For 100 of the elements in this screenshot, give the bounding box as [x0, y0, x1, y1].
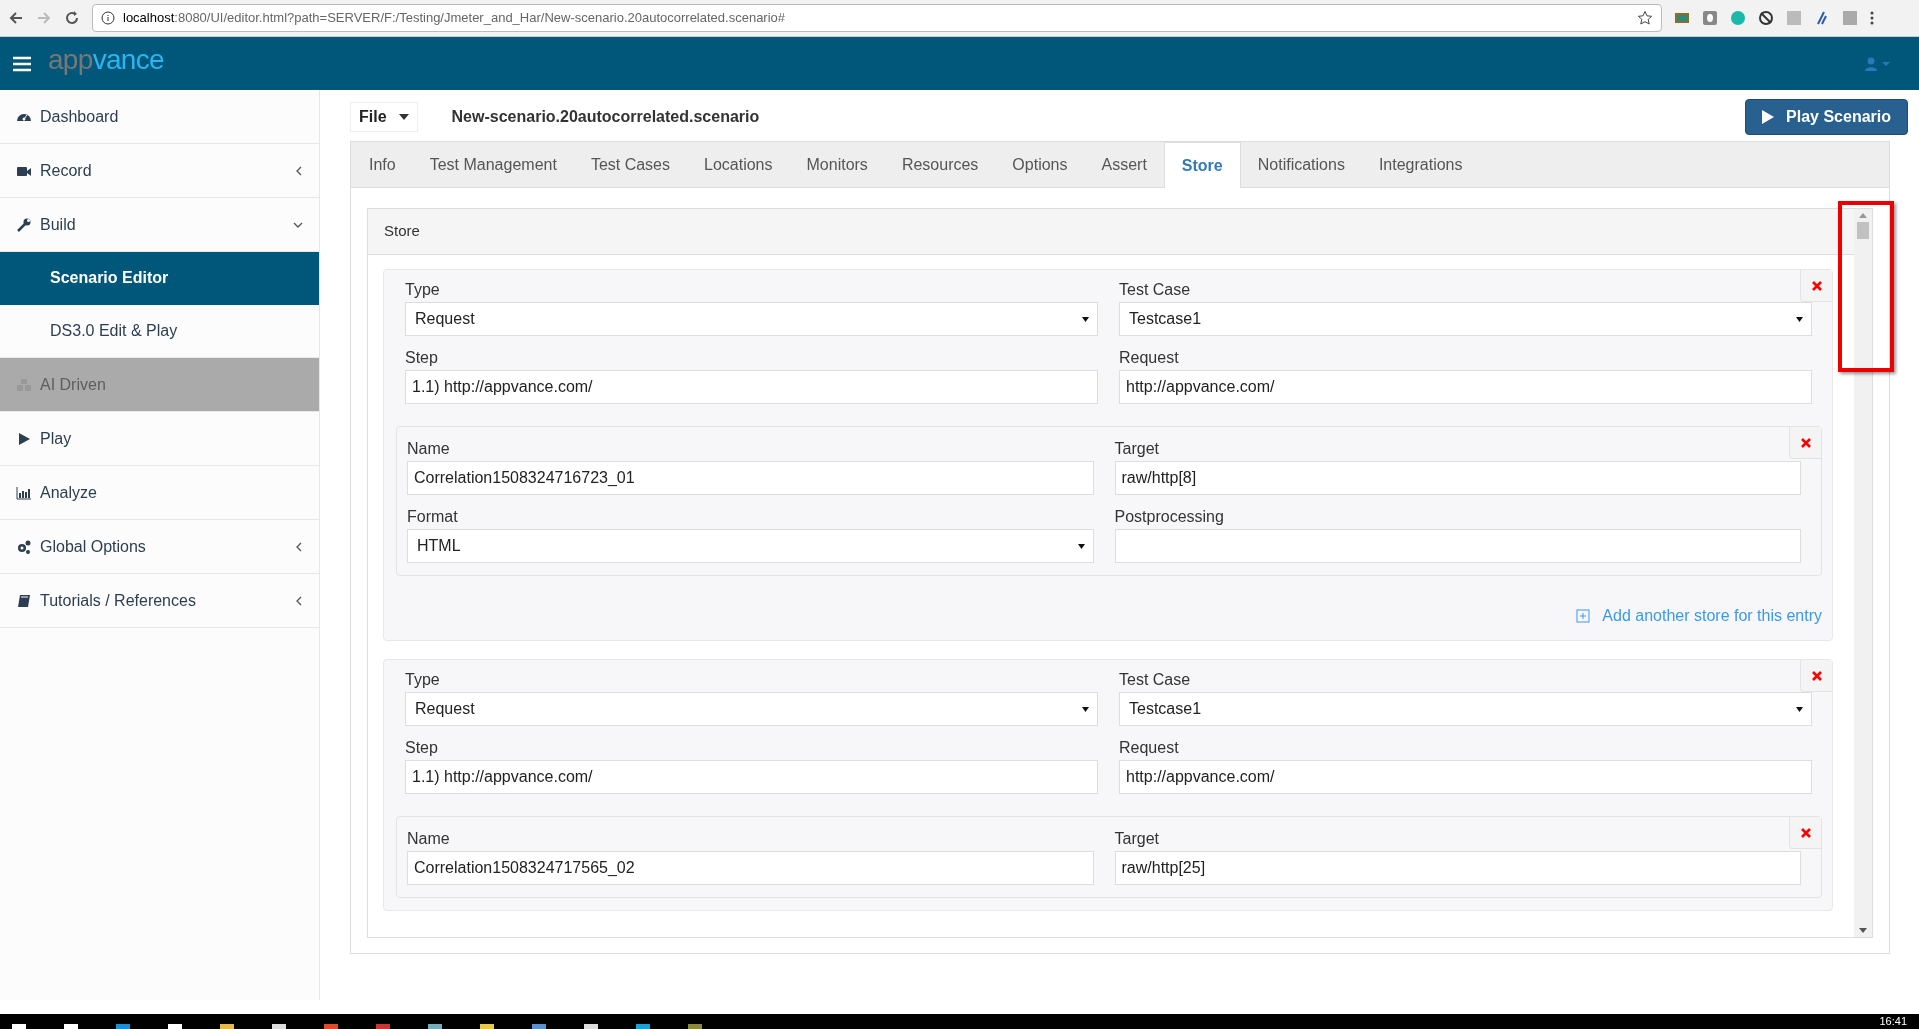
play-icon [16, 430, 32, 447]
dropdown[interactable]: HTML [407, 529, 1094, 563]
input-field[interactable] [1114, 529, 1801, 563]
input-field[interactable]: http://appvance.com/ [1119, 760, 1812, 794]
field-label: Name [407, 439, 451, 458]
delete-button[interactable] [1789, 427, 1821, 459]
user-menu-icon[interactable] [1865, 56, 1891, 71]
dropdown[interactable]: Testcase1 [1119, 302, 1812, 336]
bookmark-star-icon[interactable] [1637, 10, 1653, 26]
field-label: Request [1119, 738, 1180, 757]
close-icon [1800, 827, 1811, 838]
delete-button[interactable] [1800, 270, 1832, 302]
field-label: Postprocessing [1114, 507, 1225, 526]
back-icon[interactable] [8, 10, 24, 26]
tab[interactable]: Info [352, 142, 413, 187]
wrench-icon [16, 216, 32, 233]
play-scenario-button[interactable]: Play Scenario [1745, 99, 1908, 135]
input-field[interactable]: http://appvance.com/ [1119, 370, 1812, 404]
taskbar-app-icon[interactable] [636, 1024, 650, 1029]
taskbar-app-icon[interactable] [532, 1024, 546, 1029]
taskbar-app-icon[interactable] [584, 1024, 598, 1029]
tab[interactable]: Assert [1084, 142, 1164, 187]
sidebar-item[interactable]: Global Options [0, 520, 319, 574]
play-icon [1762, 110, 1775, 124]
taskbar-app-icon[interactable] [480, 1024, 494, 1029]
caret-icon [1082, 706, 1089, 712]
sidebar-item[interactable]: Analyze [0, 466, 319, 520]
field-label: Type [405, 670, 441, 689]
forward-icon[interactable] [36, 10, 52, 26]
caret-icon [1796, 316, 1803, 322]
caret-icon [398, 114, 409, 120]
taskbar-app-icon[interactable] [220, 1024, 234, 1029]
extension-icon[interactable] [1702, 10, 1718, 26]
menu-icon[interactable] [12, 55, 32, 72]
input-field[interactable]: Correlation1508324717565_02 [407, 851, 1094, 885]
dropdown[interactable]: Testcase1 [1119, 692, 1812, 726]
input-field[interactable]: 1.1) http://appvance.com/ [405, 370, 1098, 404]
sidebar-subitem[interactable]: Scenario Editor [0, 252, 319, 305]
more-menu-icon[interactable] [1870, 10, 1874, 26]
info-icon[interactable] [101, 11, 115, 25]
scroll-down-icon[interactable] [1859, 928, 1867, 933]
field-label: Step [405, 348, 439, 367]
tab[interactable]: Monitors [789, 142, 885, 187]
tab[interactable]: Integrations [1361, 142, 1480, 187]
taskbar-app-icon[interactable] [64, 1024, 78, 1029]
taskbar-app-icon[interactable] [688, 1024, 702, 1029]
field-label: Type [405, 280, 441, 299]
file-menu-button[interactable]: File [350, 102, 418, 132]
delete-button[interactable] [1789, 817, 1821, 849]
taskbar-app-icon[interactable] [168, 1024, 182, 1029]
extension-icon[interactable] [1814, 10, 1830, 26]
tab[interactable]: Notifications [1240, 142, 1362, 187]
tab[interactable]: Resources [884, 142, 996, 187]
scroll-up-icon[interactable] [1859, 213, 1867, 218]
input-field[interactable]: Correlation1508324716723_01 [407, 461, 1094, 495]
scrollbar[interactable] [1854, 209, 1872, 937]
tab[interactable]: Options [995, 142, 1085, 187]
sidebar-item[interactable]: Tutorials / References [0, 574, 319, 628]
panel-heading: Store [368, 209, 1854, 255]
address-bar[interactable]: localhost:8080/UI/editor.html?path=SERVER/F:/Testing/Jmeter_and_Har/New-scenario.20autocorrelated.scenario# [92, 4, 1662, 32]
taskbar-app-icon[interactable] [324, 1024, 338, 1029]
bar-chart-icon [16, 484, 32, 501]
tab[interactable]: Store [1163, 142, 1241, 188]
dropdown[interactable]: Request [405, 692, 1098, 726]
field-label: Request [1119, 348, 1180, 367]
input-field[interactable]: raw/http[8] [1114, 461, 1801, 495]
sidebar-item[interactable]: Dashboard [0, 90, 319, 144]
taskbar-app-icon[interactable] [428, 1024, 442, 1029]
caret-icon [1796, 706, 1803, 712]
clock: 16:41 [1879, 1016, 1907, 1027]
logo: appvance [48, 45, 164, 74]
caret-icon [1077, 543, 1085, 549]
field-label: Test Case [1119, 670, 1192, 689]
taskbar-app-icon[interactable] [116, 1024, 130, 1029]
field-label: Target [1114, 439, 1160, 458]
taskbar-app-icon[interactable] [376, 1024, 390, 1029]
close-icon [1800, 437, 1811, 448]
field-label: Name [407, 829, 451, 848]
reload-icon[interactable] [64, 10, 80, 26]
close-icon [1811, 280, 1822, 291]
tab[interactable]: Test Management [412, 142, 574, 187]
field-label: Format [407, 507, 459, 526]
taskbar-app-icon[interactable] [272, 1024, 286, 1029]
url-text: localhost:8080/UI/editor.html?path=SERVER/F:/Testing/Jmeter_and_Har/New-scenario.20autocorrelated.scenario# [123, 9, 787, 28]
gears-icon [16, 538, 32, 555]
taskbar-app-icon[interactable] [12, 1024, 26, 1029]
plus-square-icon [1576, 609, 1591, 623]
sidebar-item[interactable]: Play [0, 412, 319, 466]
field-label: Step [405, 738, 439, 757]
scrollbar-thumb[interactable] [1857, 222, 1869, 239]
screen-icon[interactable] [1674, 10, 1690, 26]
tab[interactable]: Test Cases [573, 142, 687, 187]
field-label: Target [1114, 829, 1160, 848]
delete-button[interactable] [1800, 660, 1832, 692]
blocked-icon[interactable] [1758, 10, 1774, 26]
sidebar-item[interactable]: Record [0, 144, 319, 198]
input-field[interactable]: raw/http[25] [1114, 851, 1801, 885]
tab[interactable]: Locations [687, 142, 790, 187]
input-field[interactable]: 1.1) http://appvance.com/ [405, 760, 1098, 794]
dropdown[interactable]: Request [405, 302, 1098, 336]
